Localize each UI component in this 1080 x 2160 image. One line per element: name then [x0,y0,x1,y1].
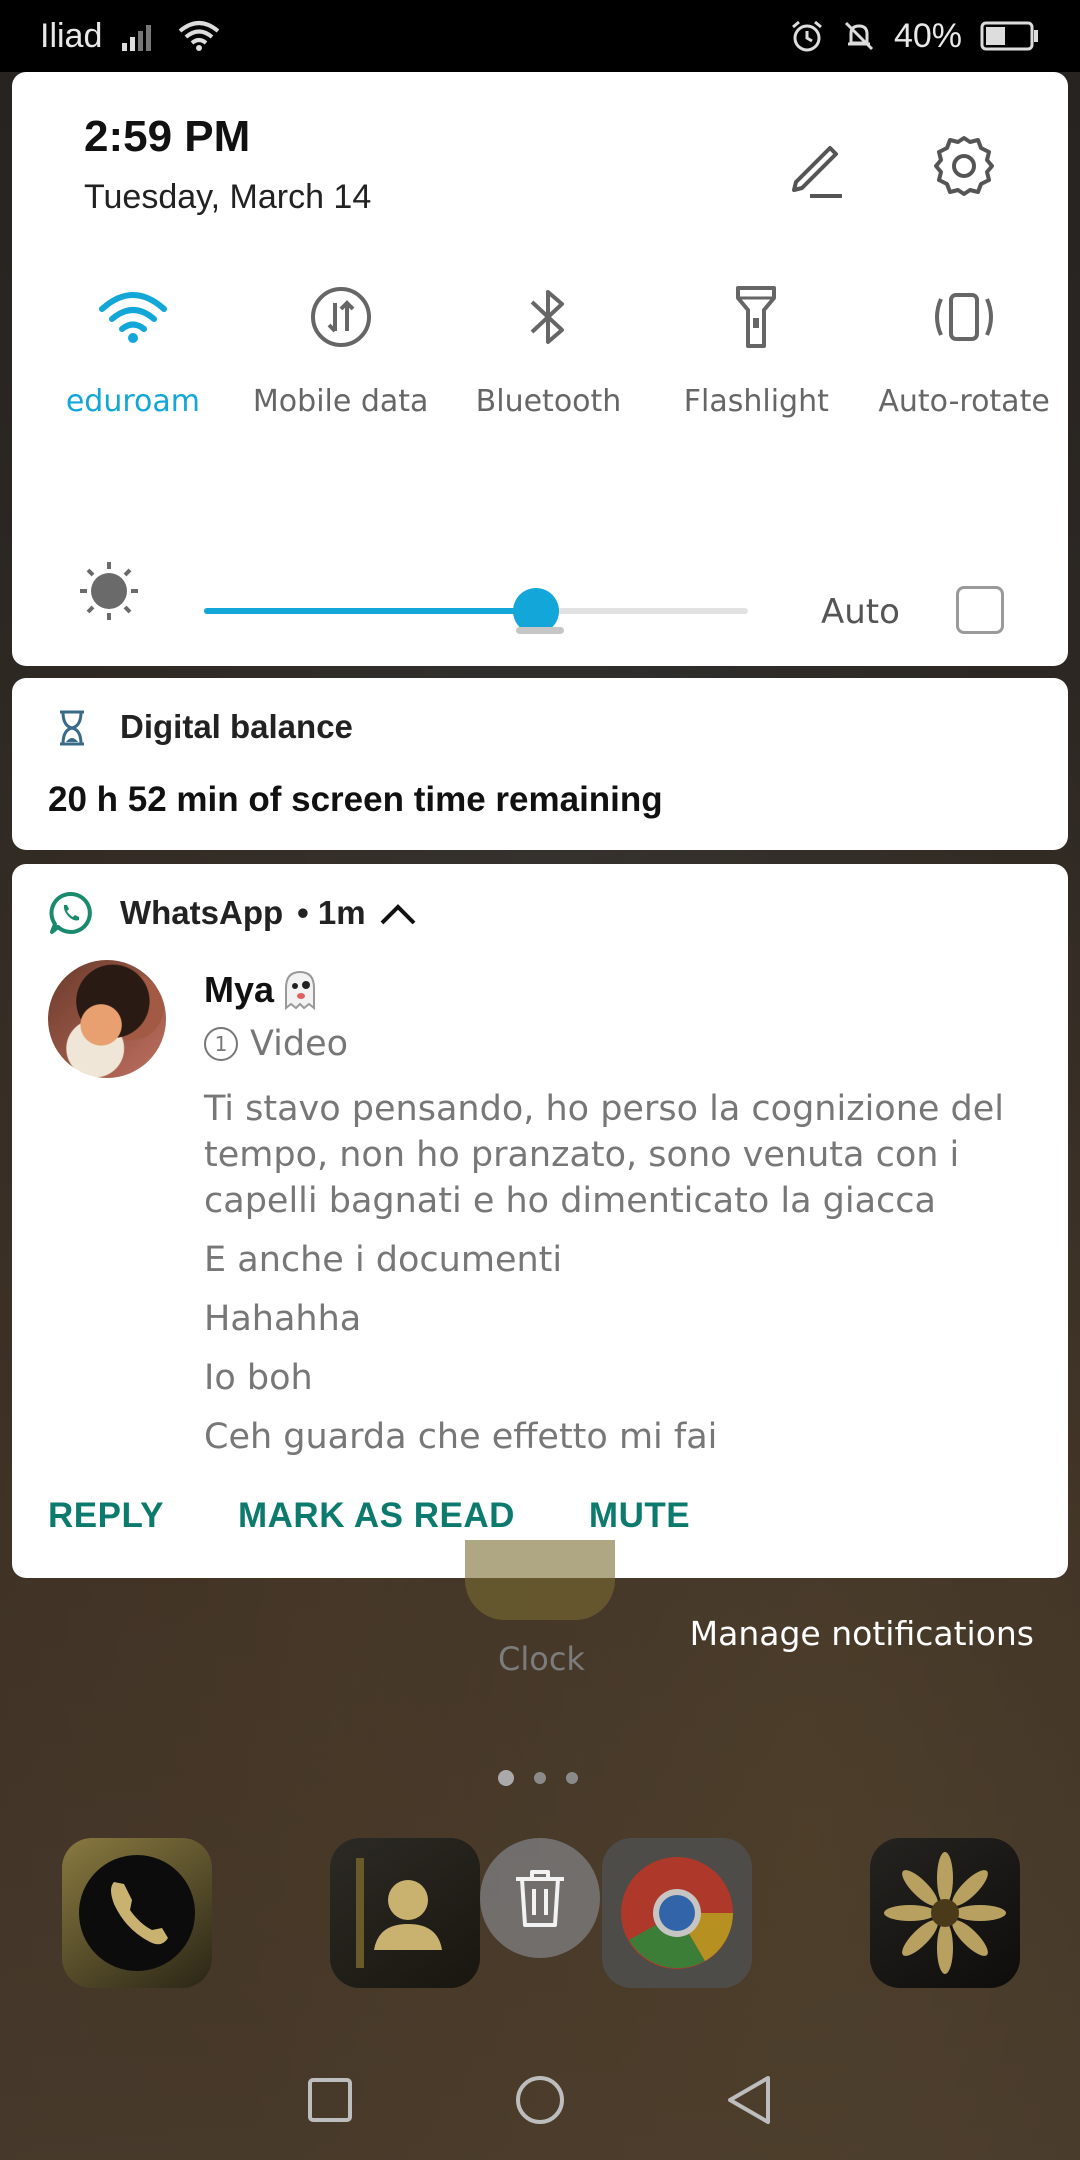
sender-name-text: Mya [204,969,275,1010]
brightness-slider[interactable] [204,588,748,634]
flashlight-icon [652,272,860,362]
notification-time: • 1m [297,894,366,931]
recents-square-icon[interactable] [300,2070,360,2130]
digital-balance-title: Digital balance [120,708,353,745]
tile-mobile-data[interactable]: Mobile data [237,272,445,419]
tile-wifi[interactable]: eduroam [29,272,237,419]
notification-actions: REPLY MARK AS READ MUTE [48,1496,690,1536]
phone-app-icon[interactable] [62,1838,212,1988]
home-circle-icon[interactable] [510,2070,570,2130]
hourglass-icon [54,708,90,748]
message-text: E anche i documenti [204,1240,563,1280]
clock-app-icon[interactable] [465,1540,615,1620]
wifi-icon [29,272,237,362]
signal-icon [120,21,160,51]
video-message: 1 Video [204,1024,348,1064]
gallery-flower-app-icon[interactable] [870,1838,1020,1988]
navigation-bar [0,2040,1080,2160]
edit-pencil-icon[interactable] [782,132,852,202]
brightness-sun-icon [78,560,140,622]
message-list: Ti stavo pensando, ho perso la cognizion… [204,1086,1034,1473]
message-text: Ti stavo pensando, ho perso la cognizion… [204,1089,1005,1221]
battery-icon [980,21,1040,51]
chevron-up-icon[interactable] [378,899,418,927]
ghost-emoji-icon [285,970,316,1011]
settings-gear-icon[interactable] [928,130,1000,202]
contacts-app-icon[interactable] [330,1838,480,1988]
page-indicator [498,1770,578,1786]
tile-flashlight[interactable]: Flashlight [652,272,860,419]
wifi-icon [178,20,220,52]
message-text: Io boh [204,1358,313,1398]
reply-button[interactable]: REPLY [48,1496,164,1536]
mobile-data-icon [237,272,445,362]
clock-app-label: Clock [498,1640,585,1678]
qs-date: Tuesday, March 14 [84,178,372,216]
tile-label: Mobile data [252,384,429,419]
tile-bluetooth[interactable]: Bluetooth [445,272,653,419]
quick-tiles-row: eduroam Mobile data Bluetooth Flashlight… [12,272,1068,419]
auto-brightness-label: Auto [821,592,900,632]
app-name: WhatsApp [120,894,284,931]
brightness-slider-fill [204,608,536,614]
back-triangle-icon[interactable] [720,2070,780,2130]
sender-name: Mya [204,968,322,1012]
auto-brightness-checkbox[interactable] [956,586,1004,634]
mark-as-read-button[interactable]: MARK AS READ [238,1496,515,1536]
whatsapp-notification[interactable]: WhatsApp • 1m Mya 1 Video Ti stavo pensa… [12,864,1068,1578]
brightness-row: Auto [12,562,1068,652]
video-label: Video [250,1024,349,1064]
info-circle-icon: 1 [204,1027,238,1061]
avatar [48,960,166,1078]
bluetooth-icon [445,272,653,362]
whatsapp-logo-icon [49,891,92,934]
mute-button[interactable]: MUTE [589,1496,690,1536]
digital-balance-notification[interactable]: Digital balance 20 h 52 min of screen ti… [12,678,1068,850]
auto-rotate-icon [860,272,1068,362]
drag-handle[interactable] [516,627,564,634]
tile-label: Bluetooth [475,384,622,419]
mute-bell-icon [842,19,876,53]
tile-auto-rotate[interactable]: Auto-rotate [860,272,1068,419]
chrome-app-icon[interactable] [602,1838,752,1988]
battery-percent: 40% [893,16,962,55]
screen-time-text: 20 h 52 min of screen time remaining [48,780,663,819]
tile-label: Auto-rotate [878,384,1050,419]
alarm-icon [790,19,824,53]
trash-icon[interactable] [480,1838,600,1958]
carrier-name: Iliad [40,16,103,55]
tile-label: eduroam [65,384,200,419]
message-text: Ceh guarda che effetto mi fai [204,1417,718,1457]
status-bar: Iliad 40% [0,0,1080,72]
quick-settings-panel: 2:59 PM Tuesday, March 14 eduroam Mobile… [12,72,1068,666]
tile-label: Flashlight [683,384,829,419]
manage-notifications-link[interactable]: Manage notifications [690,1614,1034,1653]
notification-header: WhatsApp • 1m [48,890,418,936]
qs-time: 2:59 PM [84,112,251,161]
message-text: Hahahha [204,1299,362,1339]
